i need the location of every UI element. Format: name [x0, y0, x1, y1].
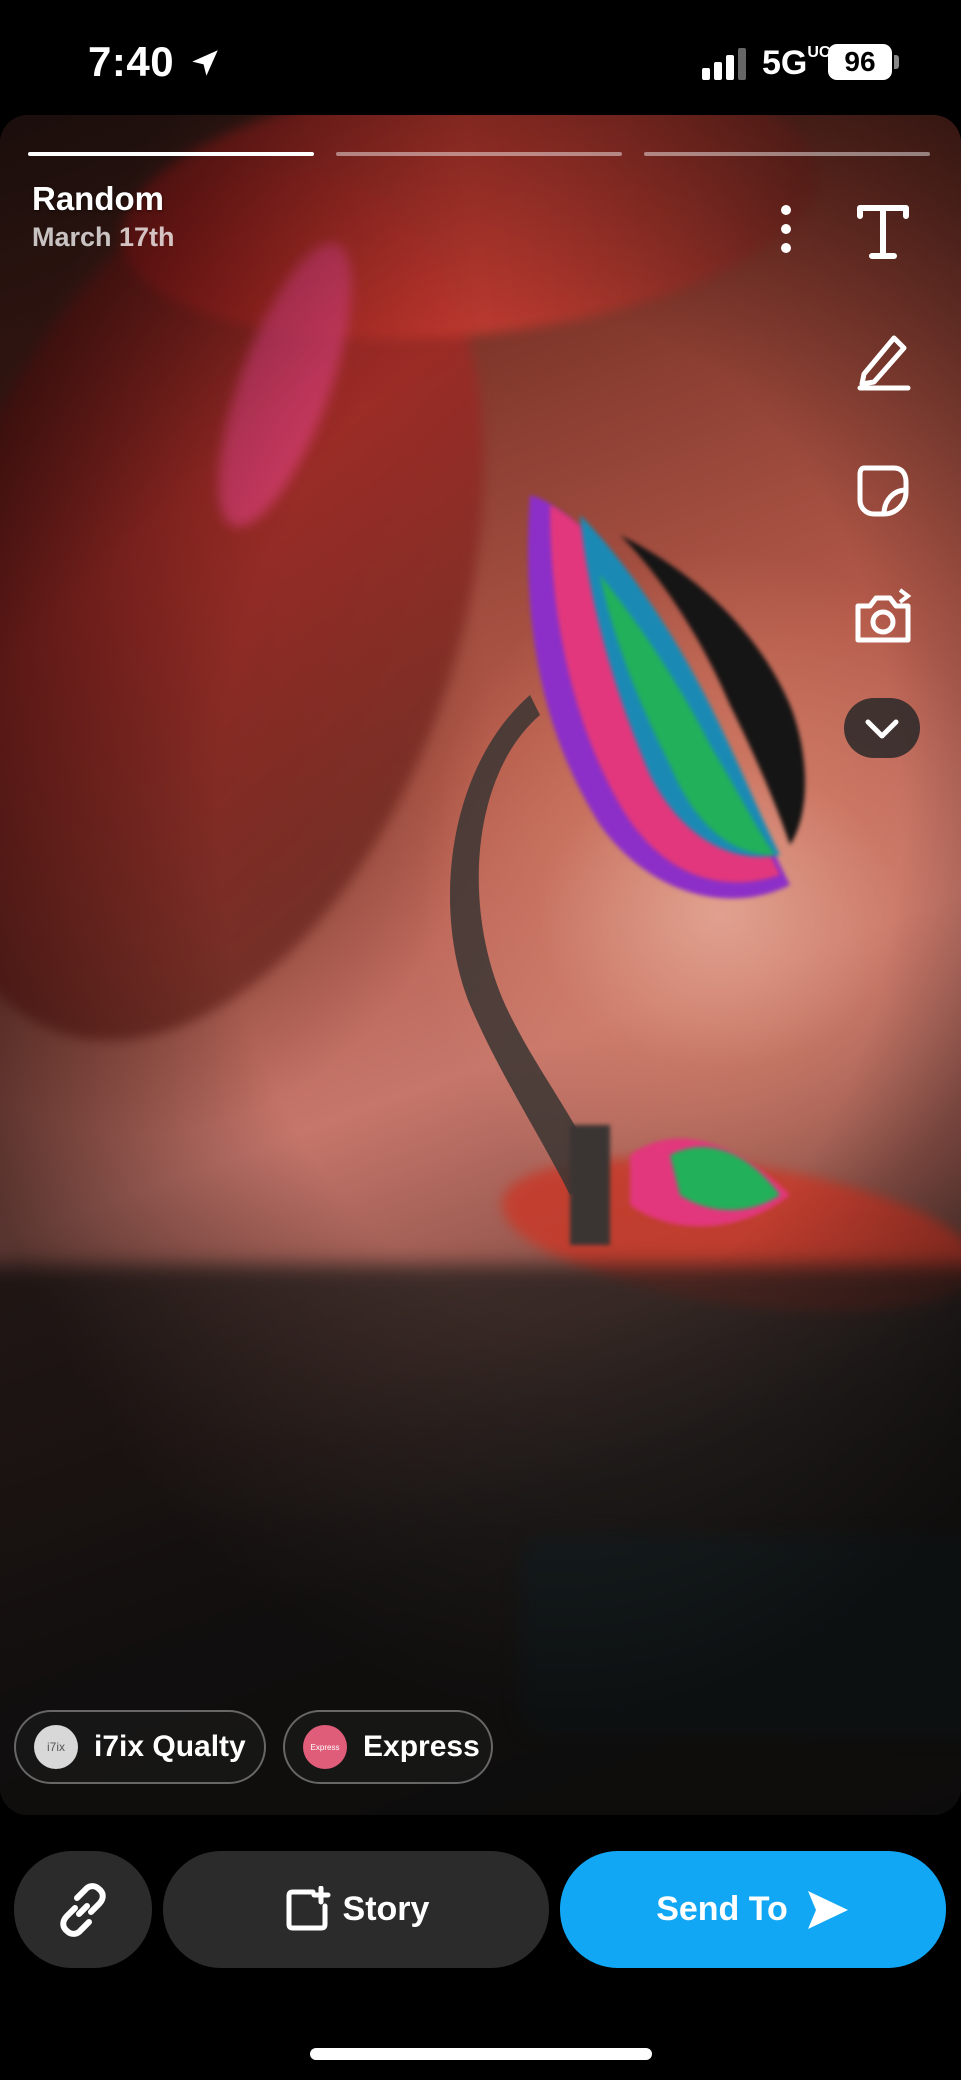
battery-tip [894, 55, 899, 69]
chip-label: i7ix Qualty [94, 1730, 246, 1763]
add-story-icon [286, 1885, 331, 1930]
story-progress-segment-3 [644, 152, 930, 156]
story-title: Random [32, 180, 164, 217]
battery-icon: 96 [828, 44, 892, 80]
story-date: March 17th [32, 222, 175, 252]
vignette-overlay [0, 115, 961, 1815]
signal-icon [702, 48, 746, 80]
status-bar: 7:40 5GUC 96 [0, 0, 961, 120]
story-button[interactable]: Story [163, 1851, 549, 1968]
chip-express[interactable]: Express Express [283, 1710, 493, 1784]
expand-tools-button[interactable] [844, 698, 920, 758]
story-button-label: Story [342, 1890, 430, 1928]
chevron-down-icon [865, 719, 899, 739]
send-to-button-label: Send To [656, 1890, 788, 1928]
text-icon[interactable] [850, 198, 916, 264]
send-arrow-icon [807, 1890, 848, 1929]
story-progress-segment-2 [336, 152, 622, 156]
avatar: Express [303, 1725, 347, 1769]
chip-i7ix-qualty[interactable]: i7ix i7ix Qualty [14, 1710, 266, 1784]
chip-label: Express [363, 1730, 480, 1763]
pencil-icon[interactable] [850, 326, 916, 392]
more-options-icon[interactable] [774, 204, 798, 254]
camera-flip-icon[interactable] [850, 584, 916, 650]
link-icon [60, 1882, 106, 1937]
send-to-button[interactable]: Send To [560, 1851, 946, 1968]
link-button[interactable] [14, 1851, 152, 1968]
sticker-icon[interactable] [850, 456, 916, 522]
network-type: 5GUC [762, 44, 831, 82]
story-progress-segment-1 [28, 152, 314, 156]
home-indicator [310, 2048, 652, 2060]
location-arrow-icon [192, 50, 218, 76]
clock: 7:40 [88, 38, 175, 85]
avatar: i7ix [34, 1725, 78, 1769]
story-photo[interactable] [0, 115, 961, 1815]
